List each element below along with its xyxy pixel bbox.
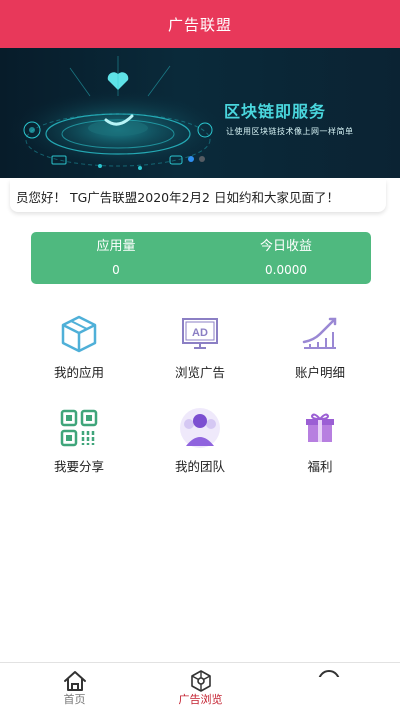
qr-code-icon (57, 406, 101, 450)
announcement-marquee[interactable]: 员您好！ TG广告联盟2020年2月2 日如约和大家见面了！ (10, 180, 386, 212)
tab-ad-browse[interactable]: 广告浏览 (134, 663, 267, 710)
carousel-indicator (188, 156, 205, 162)
cube-icon (57, 312, 101, 356)
menu-item-share[interactable]: 我要分享 (19, 406, 139, 486)
menu-item-browse-ads[interactable]: AD 浏览广告 (140, 312, 260, 392)
menu-item-my-apps[interactable]: 我的应用 (19, 312, 139, 392)
stat-today-earnings: 今日收益 0.0000 (201, 232, 371, 284)
menu-item-welfare[interactable]: 福利 (260, 406, 380, 486)
menu-item-label: 我的应用 (53, 365, 104, 380)
menu-item-label: 浏览广告 (174, 365, 225, 380)
tabbar-overlay (296, 677, 400, 710)
stat-value: 0 (112, 262, 120, 277)
stats-card: 应用量 0 今日收益 0.0000 (31, 232, 371, 284)
menu-item-account-details[interactable]: 账户明细 (260, 312, 380, 392)
carousel-dot[interactable] (199, 156, 205, 162)
network-icon (189, 669, 213, 693)
tab-label: 广告浏览 (178, 693, 223, 706)
announcement-text: 员您好！ TG广告联盟2020年2月2 日如约和大家见面了！ (16, 189, 339, 205)
menu-item-label: 账户明细 (294, 365, 345, 380)
stat-label: 今日收益 (259, 238, 312, 254)
app-root: 广告联盟 区块链即服务 让使用区块链技术像上网一样简单 员您好！ TG广告联盟2… (0, 0, 400, 710)
banner-carousel[interactable]: 区块链即服务 让使用区块链技术像上网一样简单 (0, 48, 400, 178)
home-icon (63, 669, 87, 693)
stat-value: 0.0000 (265, 262, 307, 277)
gift-icon (298, 406, 342, 450)
menu-item-label: 福利 (307, 459, 333, 474)
banner-subtitle: 让使用区块链技术像上网一样简单 (226, 127, 354, 136)
page-title: 广告联盟 (167, 15, 232, 34)
menu-item-label: 我要分享 (53, 459, 104, 474)
banner-title: 区块链即服务 (224, 102, 327, 121)
menu-item-label: 我的团队 (174, 459, 225, 474)
stat-app-count: 应用量 0 (31, 232, 201, 284)
team-icon (178, 406, 222, 450)
tab-label: 首页 (63, 693, 86, 706)
carousel-dot-active[interactable] (188, 156, 194, 162)
top-header: 广告联盟 (0, 0, 400, 48)
stat-label: 应用量 (96, 238, 136, 254)
svg-text:AD: AD (192, 327, 208, 339)
bottom-tab-bar: 首页 广告浏览 (0, 662, 400, 710)
chart-line-icon (298, 312, 342, 356)
menu-item-my-team[interactable]: 我的团队 (140, 406, 260, 486)
tab-home[interactable]: 首页 (8, 663, 141, 710)
ad-screen-icon: AD (178, 312, 222, 356)
